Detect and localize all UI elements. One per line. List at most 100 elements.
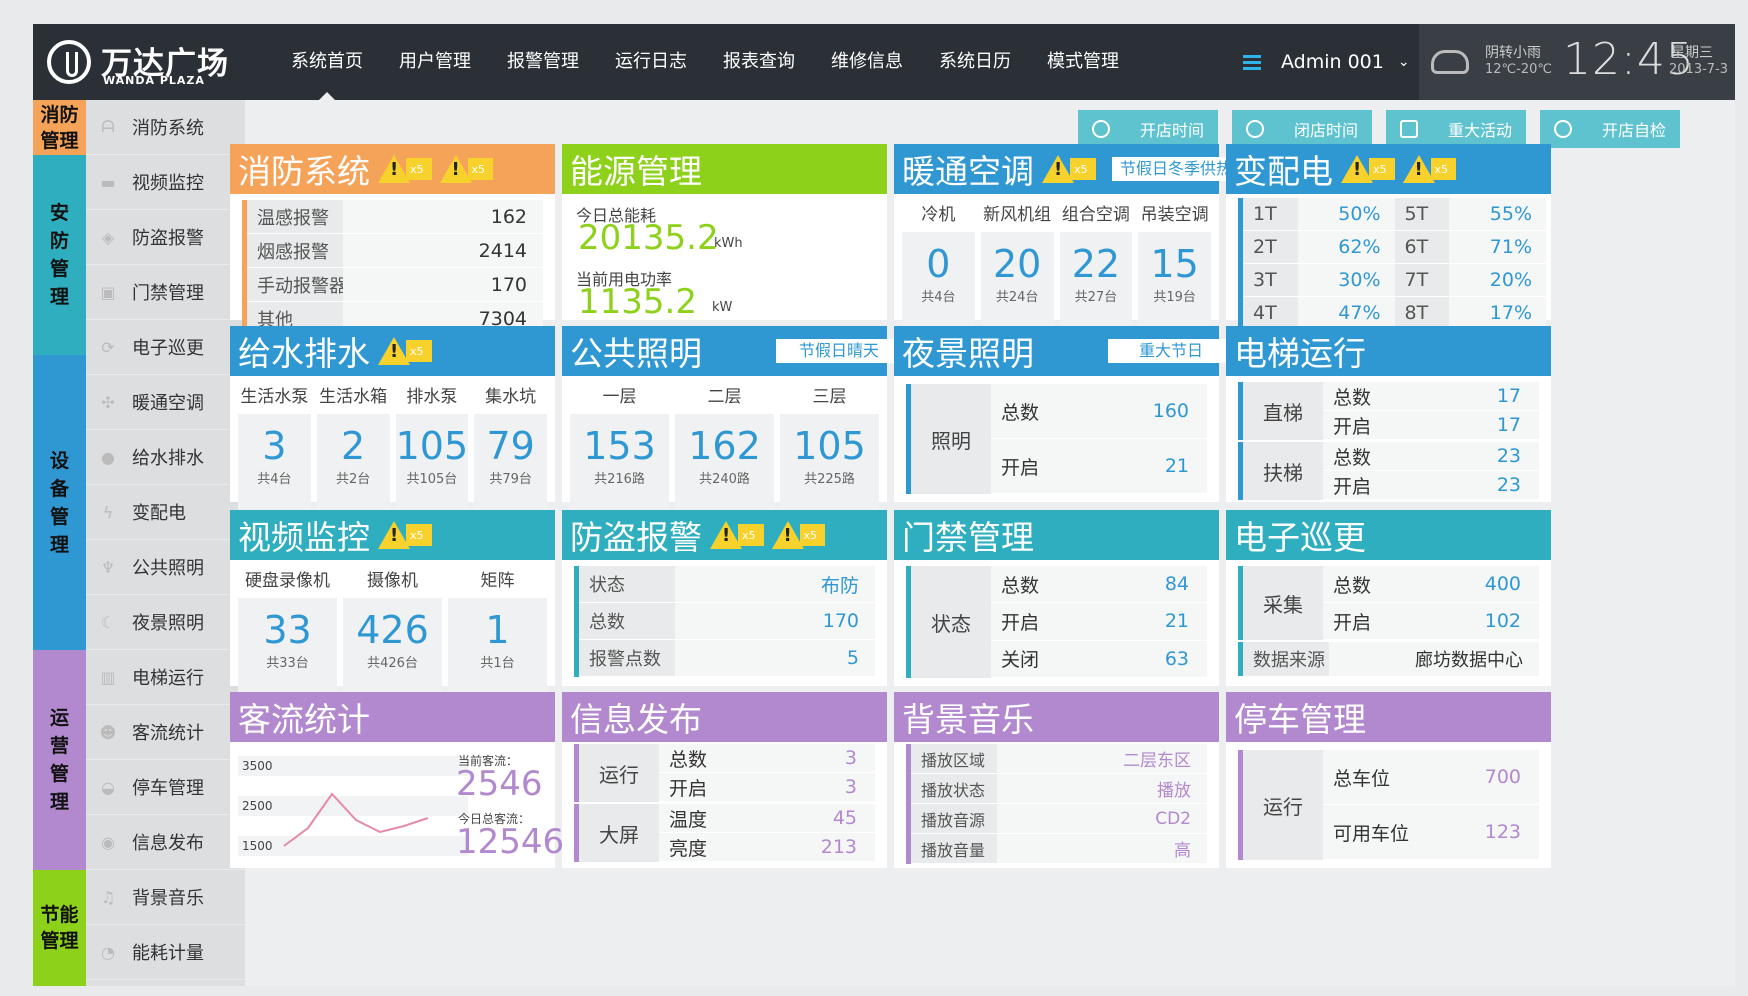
hvac-panel-header[interactable]: 暖通空调 x5 节假日冬季供热 [894,144,1241,194]
transformer-label: 8T [1394,297,1450,329]
nav-item[interactable]: 报警管理 [489,24,597,100]
action-button[interactable]: 闭店时间 [1232,110,1373,148]
traffic-panel: 客流统计 3500 2500 1500 当前客流： 2546 今日总客流： 12546 [230,692,564,868]
warning-badge: x5 [1341,155,1395,183]
nav-item[interactable]: 运行日志 [597,24,705,100]
row-label: 开启 [669,777,708,800]
transformer-load: 20% [1449,264,1546,296]
stat-item[interactable]: 吊装空调 15 共19台 [1138,198,1211,330]
stat-item[interactable]: 三层 105 共225路 [780,380,879,512]
elevator-panel-header[interactable]: 电梯运行 [1226,326,1551,376]
parking-panel-header[interactable]: 停车管理 [1226,692,1551,742]
transformer-load: 17% [1449,297,1546,329]
stat-item[interactable]: 组合空调 22 共27台 [1059,198,1133,330]
sidebar-item[interactable]: ● 给水排水 [86,430,245,485]
group-label: 采集 [1243,566,1323,640]
people-icon: ☻ [99,722,117,742]
stat-total: 共27台 [1074,290,1118,305]
sidebar-items: ᗩ 消防系统 ▬ 视频监控 ◈ 防盗报警 ▣ 门禁管理 ⟳ 电子巡更 ✣ 暖通空调 ● 给水排水 ϟ 变配电 ♆… [86,100,245,986]
action-button[interactable]: 开店自检 [1540,110,1681,148]
stat-item[interactable]: 冷机 0 共4台 [902,198,975,330]
antitheft-panel: 防盗报警 x5x5 状态布防总数170报警点数5 [562,510,887,686]
user-menu[interactable]: Admin 001 ⌄ [1243,46,1410,78]
row-value: 213 [820,836,857,858]
stat-box: 105 共105台 [395,414,469,512]
action-bar: 开店时间 闭店时间 重大活动 开店自检 [1078,110,1681,148]
stat-value: 162 [688,424,761,468]
antitheft-panel-header[interactable]: 防盗报警 x5x5 [562,510,887,560]
stat-item[interactable]: 新风机组 20 共24台 [980,198,1054,330]
sidebar-item[interactable]: ♆ 公共照明 [86,540,245,595]
traffic-chart: 3500 2500 1500 [238,756,468,856]
nav-item[interactable]: 系统日历 [921,24,1029,100]
group-label: 直梯 [1243,382,1323,440]
night-lighting-panel-header[interactable]: 夜景照明 重大节日 [894,326,1234,376]
nav-item[interactable]: 维修信息 [813,24,921,100]
table-row: 亮度 213 [659,833,875,862]
table-row: 状态 布防 [579,566,875,602]
row-label: 开启 [1001,611,1040,634]
stat-item[interactable]: 一层 153 共216路 [570,380,669,512]
power-panel-header[interactable]: 变配电 x5x5 [1226,144,1551,194]
sidebar-item[interactable]: ◔ 能耗计量 [86,925,245,980]
stat-box: 15 共19台 [1138,232,1211,330]
nav-item[interactable]: 用户管理 [381,24,489,100]
sidebar-item[interactable]: ♫ 背景音乐 [86,870,245,925]
stat-label: 硬盘录像机 [245,571,330,591]
access-panel-header[interactable]: 门禁管理 [894,510,1219,560]
stat-item[interactable]: 矩阵 1 共1台 [448,564,547,696]
energy-panel-header[interactable]: 能源管理 [562,144,887,194]
stat-item[interactable]: 生活水箱 2 共2台 [316,380,390,512]
stat-item[interactable]: 二层 162 共240路 [675,380,774,512]
music-panel-header[interactable]: 背景音乐 [894,692,1219,742]
row-group: 运行 总车位 700 可用车位 123 [1238,750,1539,860]
sidebar-item[interactable]: ☻ 客流统计 [86,705,245,760]
sidebar-item[interactable]: ☾ 夜景照明 [86,595,245,650]
sidebar-category: 运营管理 [33,650,86,870]
sidebar-item[interactable]: ✣ 暖通空调 [86,375,245,430]
stat-item[interactable]: 硬盘录像机 33 共33台 [238,564,337,696]
stat-item[interactable]: 排水泵 105 共105台 [395,380,469,512]
nav-item[interactable]: 模式管理 [1029,24,1137,100]
sidebar-item[interactable]: ◈ 防盗报警 [86,210,245,265]
elevator-panel: 电梯运行 直梯 总数 17 开启 17 扶梯 总数 23 开启 23 [1226,326,1551,502]
water-panel-header[interactable]: 给水排水 x5 [230,326,555,376]
brand-logo[interactable]: 万达广场 WANDA PLAZA [47,36,257,88]
sidebar-item[interactable]: ▣ 门禁管理 [86,265,245,320]
action-button[interactable]: 重大活动 [1386,110,1527,148]
stat-item[interactable]: 摄像机 426 共426台 [343,564,442,696]
stat-item[interactable]: 集水坑 79 共79台 [474,380,547,512]
action-button[interactable]: 开店时间 [1078,110,1219,148]
fire-panel-header[interactable]: 消防系统 x5x5 [230,144,555,194]
stat-label: 三层 [812,387,847,407]
row-label: 总数 [669,748,708,771]
info-panel-header[interactable]: 信息发布 [562,692,887,742]
sidebar-item[interactable]: ϟ 变配电 [86,485,245,540]
water-panel-title: 给水排水 [238,334,370,373]
lighting-panel-header[interactable]: 公共照明 节假日晴天 [562,326,902,376]
energy-panel: 能源管理 今日总能耗 20135.2 kWh 当前用电功率 1135.2 kW [562,144,887,322]
dashboard-app: 万达广场 WANDA PLAZA 系统首页 用户管理 报警管理 运行日志 报表查询 维修信… [33,24,1735,986]
table-row: 总数 160 [991,384,1207,439]
info-panel-title: 信息发布 [570,700,702,739]
sidebar-item[interactable]: ◒ 停车管理 [86,760,245,815]
sidebar-item[interactable]: ▬ 视频监控 [86,155,245,210]
patrol-panel-header[interactable]: 电子巡更 [1226,510,1551,560]
fire-panel-title: 消防系统 [238,152,370,191]
power-table: 1T 50% 5T 55% 2T 62% 6T 71% 3T 30% 7T 20% 4T 47% 8T 17% [1238,198,1546,330]
sidebar-item-label: 给水排水 [132,448,204,469]
nav-item[interactable]: 系统首页 [273,24,381,100]
video-panel-header[interactable]: 视频监控 x5 [230,510,555,560]
row-value: 17 [1496,414,1521,436]
music-icon: ♫ [100,887,116,907]
nav-item[interactable]: 报表查询 [705,24,813,100]
sidebar-item[interactable]: ◉ 信息发布 [86,815,245,870]
traffic-panel-header[interactable]: 客流统计 [230,692,555,742]
stat-item[interactable]: 生活水泵 3 共4台 [238,380,311,512]
sidebar-item[interactable]: ▥ 电梯运行 [86,650,245,705]
row-value: 23 [1496,474,1521,496]
warning-icon [1341,155,1373,183]
sidebar-item[interactable]: ⟳ 电子巡更 [86,320,245,375]
warning-icon [378,521,410,549]
sidebar-item[interactable]: ᗩ 消防系统 [86,100,245,155]
